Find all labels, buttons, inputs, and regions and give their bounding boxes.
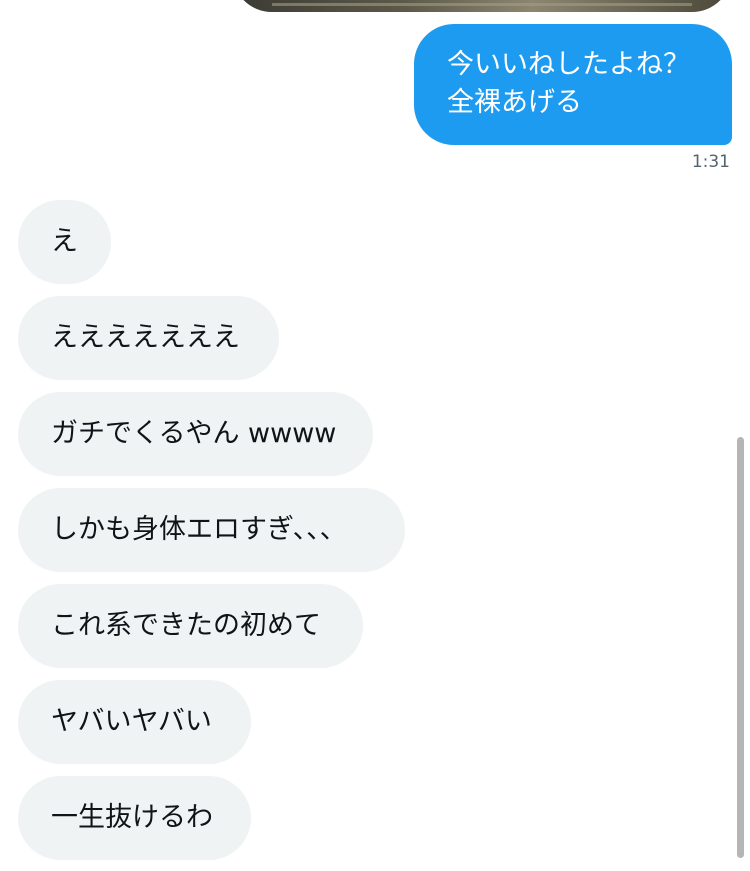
message-timestamp: 1:31	[691, 152, 730, 172]
sent-message-bubble[interactable]: 今いいねしたよね？ 全裸あげる	[414, 24, 732, 145]
received-message-bubble[interactable]: ヤバいヤバい	[18, 680, 251, 764]
sent-message-line-2: 全裸あげる	[447, 87, 582, 118]
sent-message-line-1: 今いいねしたよね？	[447, 49, 690, 80]
received-message-bubble[interactable]: これ系できたの初めて	[18, 584, 363, 668]
received-message-bubble[interactable]: 一生抜けるわ	[18, 776, 251, 860]
received-message-bubble[interactable]: ガチでくるやん wwww	[18, 392, 373, 476]
received-message-bubble[interactable]: えええええええ	[18, 296, 279, 380]
received-message-bubble[interactable]: しかも身体エロすぎ、、、	[18, 488, 405, 572]
shared-image-preview[interactable]	[232, 0, 732, 12]
received-message-bubble[interactable]: え	[18, 200, 111, 284]
scrollbar[interactable]	[737, 437, 744, 858]
